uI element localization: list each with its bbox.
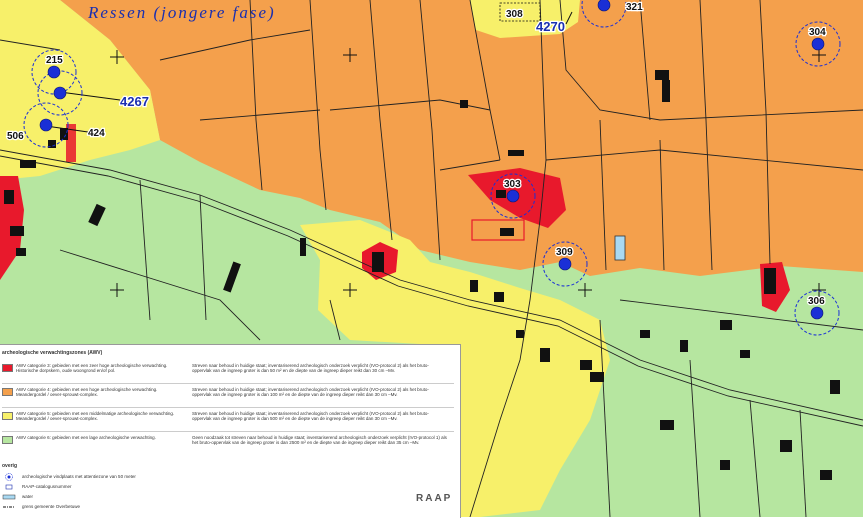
site-label-321: 321: [626, 2, 643, 13]
site-dot-424: [53, 86, 67, 100]
legend-zone-description: Streven naar behoud in huidige staat; in…: [192, 411, 429, 422]
site-dot-321: [597, 0, 611, 12]
legend-swatch-high: [2, 388, 13, 396]
legend-zone-label: AWV categorie 5: gebieden met een middel…: [16, 411, 175, 422]
legend-overig-row: water: [2, 493, 302, 502]
legend-zone-description: Streven naar behoud in huidige staat; in…: [192, 363, 429, 374]
municipal-border-icon: [3, 506, 15, 508]
legend-overig-label: grens gemeente Overbetuwe: [22, 504, 81, 509]
legend-zone-description: Geen noodzaak tot streven naar behoud in…: [192, 435, 447, 446]
legend-overig-row: archeologische vindplaats met attentiezo…: [2, 473, 302, 482]
water-feature: [614, 235, 626, 261]
legend-zone-row: AWV categorie 3: gebieden met een zeer h…: [2, 363, 454, 383]
legend-zone-row: AWV categorie 6: gebieden met een lage a…: [2, 435, 454, 455]
site-label-215: 215: [46, 55, 63, 66]
water-icon: [2, 494, 16, 500]
site-marker-icon: [5, 473, 13, 481]
legend-zone-description: Streven naar behoud in huidige staat; in…: [192, 387, 429, 398]
legend-divider: [2, 407, 454, 408]
legend-overig-title: overig: [2, 463, 18, 469]
site-label-309: 309: [556, 247, 573, 258]
site-label-306: 306: [808, 296, 825, 307]
site-dot-215: [47, 65, 61, 79]
catalogue-number-4267: 4267: [120, 94, 149, 109]
site-dot-506: [39, 118, 53, 132]
legend-overig-label: archeologische vindplaats met attentiezo…: [22, 474, 136, 479]
map-legend: archeologische verwachtingszones (AWV) A…: [0, 344, 461, 518]
legend-divider: [2, 383, 454, 384]
catalogue-number-4270: 4270: [536, 19, 565, 34]
legend-swatch-very-high: [2, 364, 13, 372]
raap-logo: RAAP: [416, 493, 453, 504]
legend-title: archeologische verwachtingszones (AWV): [2, 350, 103, 356]
site-dot-309: [558, 257, 572, 271]
site-dot-306: [810, 306, 824, 320]
place-name-label: Ressen (jongere fase): [87, 3, 276, 22]
site-label-308: 308: [506, 9, 523, 20]
legend-overig-label: water: [22, 494, 34, 499]
legend-swatch-medium: [2, 412, 13, 420]
legend-zone-row: AWV categorie 5: gebieden met een middel…: [2, 411, 454, 431]
legend-zone-label: AWV categorie 6: gebieden met een lage a…: [16, 435, 156, 440]
legend-divider: [2, 431, 454, 432]
legend-overig-row: RAAP-catalogusnummer: [2, 483, 302, 492]
catalogue-number-icon: [5, 484, 13, 490]
site-label-424: 424: [88, 128, 105, 139]
legend-overig-row: grens gemeente Overbetuwe: [2, 503, 302, 512]
site-label-304: 304: [809, 27, 826, 38]
legend-zone-label: AWV categorie 4: gebieden met een hoge a…: [16, 387, 158, 398]
site-label-506: 506: [7, 131, 24, 142]
site-label-303: 303: [504, 179, 521, 190]
site-dot-303: [506, 189, 520, 203]
legend-overig-label: RAAP-catalogusnummer: [22, 484, 72, 489]
legend-zone-label: AWV categorie 3: gebieden met een zeer h…: [16, 363, 168, 374]
legend-zone-row: AWV categorie 4: gebieden met een hoge a…: [2, 387, 454, 407]
legend-swatch-low: [2, 436, 13, 444]
site-dot-304: [811, 37, 825, 51]
